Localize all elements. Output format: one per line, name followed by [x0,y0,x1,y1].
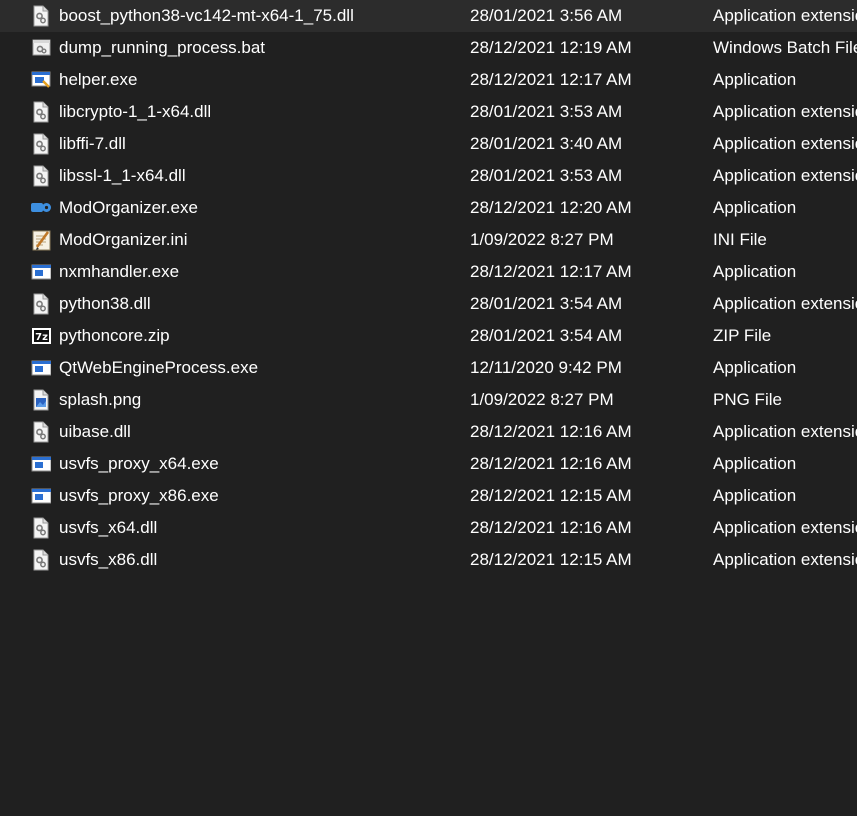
file-type: Application extension [713,6,857,25]
exe-window-icon [31,453,51,475]
7zip-archive-icon: 7z [31,325,51,347]
file-name: QtWebEngineProcess.exe [59,358,259,377]
file-name: dump_running_process.bat [59,38,266,57]
file-type: Application [713,454,797,473]
file-row[interactable]: libssl-1_1-x64.dll 28/01/2021 3:53 AM Appl… [0,160,857,192]
file-name: helper.exe [59,70,138,89]
file-date-modified: 28/12/2021 12:17 AM [470,262,632,281]
file-row[interactable]: usvfs_x86.dll 28/12/2021 12:15 AM Applicat… [0,544,857,576]
file-row[interactable]: usvfs_proxy_x86.exe 28/12/2021 12:15 AM Ap… [0,480,857,512]
file-name: usvfs_proxy_x64.exe [59,454,219,473]
file-list: boost_python38-vc142-mt-x64-1_75.dll 28/0… [0,0,857,816]
helper-app-icon [31,69,51,91]
file-name: libcrypto-1_1-x64.dll [59,102,212,121]
file-row[interactable]: splash.png 1/09/2022 8:27 PM PNG File [0,384,857,416]
file-name: pythoncore.zip [59,326,170,345]
file-row[interactable]: helper.exe 28/12/2021 12:17 AM Application [0,64,857,96]
exe-window-icon [31,485,51,507]
dll-file-icon [31,133,51,155]
file-row[interactable]: boost_python38-vc142-mt-x64-1_75.dll 28/0… [0,0,857,32]
file-name: ModOrganizer.ini [59,230,188,249]
file-date-modified: 28/12/2021 12:16 AM [470,454,632,473]
file-date-modified: 28/12/2021 12:15 AM [470,486,632,505]
svg-text:7z: 7z [35,332,48,343]
file-type: Application extension [713,294,857,313]
file-name: boost_python38-vc142-mt-x64-1_75.dll [59,6,354,25]
file-row[interactable]: uibase.dll 28/12/2021 12:16 AM Application… [0,416,857,448]
file-date-modified: 28/12/2021 12:20 AM [470,198,632,217]
file-row[interactable]: libffi-7.dll 28/01/2021 3:40 AM Applicatio… [0,128,857,160]
dll-file-icon [31,549,51,571]
file-date-modified: 28/01/2021 3:56 AM [470,6,623,25]
file-date-modified: 28/12/2021 12:15 AM [470,550,632,569]
file-date-modified: 28/12/2021 12:16 AM [470,422,632,441]
file-name: nxmhandler.exe [59,262,180,281]
file-date-modified: 1/09/2022 8:27 PM [470,230,614,249]
file-name: libffi-7.dll [59,134,126,153]
file-name: ModOrganizer.exe [59,198,198,217]
file-type: Application [713,70,797,89]
exe-window-icon [31,261,51,283]
file-date-modified: 28/01/2021 3:54 AM [470,294,623,313]
file-row[interactable]: QtWebEngineProcess.exe 12/11/2020 9:42 PM… [0,352,857,384]
file-row[interactable]: 7z pythoncore.zip 28/01/2021 3:54 AM ZIP Fi… [0,320,857,352]
file-type: Application extension [713,134,857,153]
file-name: uibase.dll [59,422,131,441]
file-type: PNG File [713,390,782,409]
file-row[interactable]: nxmhandler.exe 28/12/2021 12:17 AM Applica… [0,256,857,288]
ini-file-icon [31,229,51,251]
png-image-icon [31,389,51,411]
file-name: libssl-1_1-x64.dll [59,166,186,185]
file-row[interactable]: dump_running_process.bat 28/12/2021 12:19… [0,32,857,64]
file-name: usvfs_x86.dll [59,550,158,569]
file-date-modified: 28/12/2021 12:19 AM [470,38,632,57]
dll-file-icon [31,421,51,443]
file-row[interactable]: ModOrganizer.ini 1/09/2022 8:27 PM INI Fil… [0,224,857,256]
file-date-modified: 1/09/2022 8:27 PM [470,390,614,409]
file-name: usvfs_proxy_x86.exe [59,486,219,505]
dll-file-icon [31,293,51,315]
file-type: Application extension [713,550,857,569]
file-date-modified: 28/01/2021 3:53 AM [470,166,623,185]
dll-file-icon [31,165,51,187]
file-date-modified: 28/01/2021 3:40 AM [470,134,623,153]
file-type: Windows Batch File [713,38,857,57]
file-date-modified: 12/11/2020 9:42 PM [470,358,622,377]
file-name: splash.png [59,390,142,409]
file-type: Application [713,198,797,217]
file-type: Application extension [713,166,857,185]
file-type: Application extension [713,102,857,121]
file-type: ZIP File [713,326,772,345]
dll-file-icon [31,101,51,123]
file-date-modified: 28/01/2021 3:53 AM [470,102,623,121]
dll-file-icon [31,5,51,27]
file-type: Application [713,358,797,377]
file-name: python38.dll [59,294,151,313]
dll-file-icon [31,517,51,539]
file-type: Application [713,486,797,505]
file-date-modified: 28/12/2021 12:17 AM [470,70,632,89]
file-row[interactable]: usvfs_proxy_x64.exe 28/12/2021 12:16 AM Ap… [0,448,857,480]
exe-window-icon [31,357,51,379]
file-row[interactable]: libcrypto-1_1-x64.dll 28/01/2021 3:53 AM A… [0,96,857,128]
file-type: Application [713,262,797,281]
file-date-modified: 28/01/2021 3:54 AM [470,326,623,345]
file-type: Application extension [713,422,857,441]
file-type: INI File [713,230,767,249]
modorganizer-icon [31,197,51,219]
file-date-modified: 28/12/2021 12:16 AM [470,518,632,537]
file-row[interactable]: ModOrganizer.exe 28/12/2021 12:20 AM Appli… [0,192,857,224]
file-name: usvfs_x64.dll [59,518,158,537]
file-type: Application extension [713,518,857,537]
batch-file-icon [31,37,51,59]
file-row[interactable]: python38.dll 28/01/2021 3:54 AM Applicatio… [0,288,857,320]
file-row[interactable]: usvfs_x64.dll 28/12/2021 12:16 AM Applicat… [0,512,857,544]
